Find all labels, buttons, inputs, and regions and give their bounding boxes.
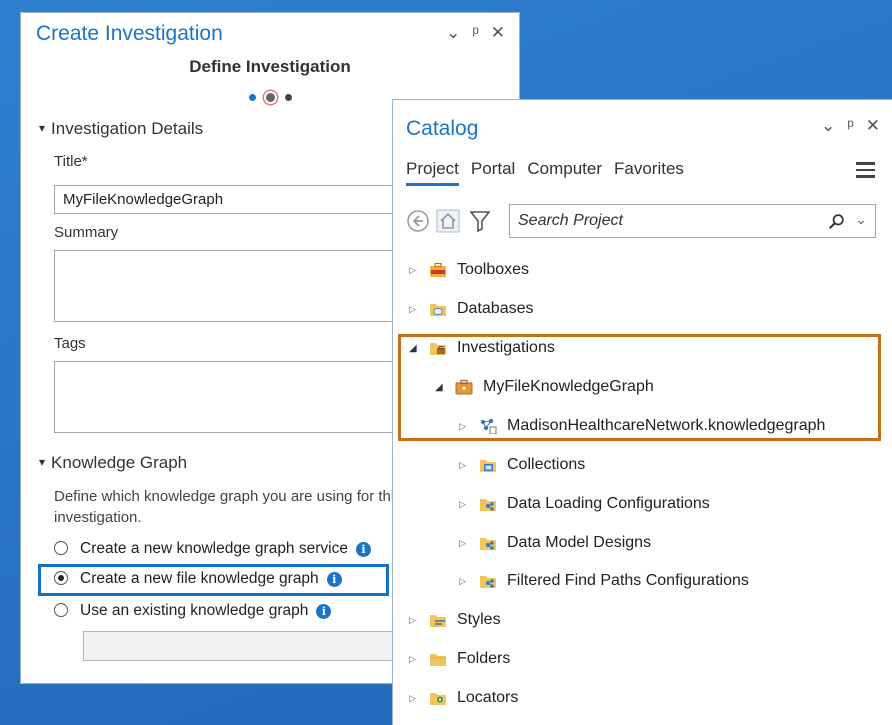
catalog-pane: Catalog ⌄ ᵖ ✕ Project Portal Computer Favorit… xyxy=(392,99,892,725)
radio-button[interactable] xyxy=(54,541,68,555)
step-dot-1[interactable] xyxy=(248,94,256,102)
pane-window-controls: ⌄ ᵖ ✕ xyxy=(436,23,507,43)
options-dropdown-icon[interactable]: ⌄ xyxy=(446,23,462,43)
expand-arrow-icon[interactable]: ▷ xyxy=(459,499,473,510)
expand-arrow-icon[interactable]: ▷ xyxy=(459,460,473,471)
radio-label: Use an existing knowledge graph xyxy=(80,602,309,619)
pane-title: Catalog xyxy=(406,117,479,140)
chevron-down-icon[interactable]: ⌄ xyxy=(855,211,867,228)
knowledge-graph-header[interactable]: ▾ Knowledge Graph xyxy=(39,453,187,473)
toolbox-icon xyxy=(429,262,447,278)
tree-item-label: Locators xyxy=(457,689,519,706)
search-input[interactable] xyxy=(516,211,800,231)
tree-item-label: Databases xyxy=(457,300,534,317)
title-input[interactable] xyxy=(54,185,434,214)
selection-highlight-frame xyxy=(38,564,389,596)
expand-arrow-icon[interactable]: ▷ xyxy=(459,538,473,549)
tree-item-label: Folders xyxy=(457,650,511,667)
expand-arrow-icon[interactable]: ▷ xyxy=(409,304,423,315)
tree-item-label: Collections xyxy=(507,456,586,473)
pin-icon[interactable]: ᵖ xyxy=(472,23,480,43)
radio-new-kg-service[interactable]: Create a new knowledge graph service i xyxy=(54,540,371,558)
investigation-details-header[interactable]: ▾ Investigation Details xyxy=(39,119,203,139)
collections-icon xyxy=(479,457,497,473)
tree-item-label: Toolboxes xyxy=(457,261,530,278)
tree-item-label: Data Loading Configurations xyxy=(507,495,710,512)
filter-icon[interactable] xyxy=(468,209,492,233)
config-folder-icon xyxy=(479,573,497,589)
tree-item-collections[interactable]: ▷ Collections xyxy=(459,453,585,477)
expand-arrow-icon[interactable]: ▷ xyxy=(409,693,423,704)
close-icon[interactable]: ✕ xyxy=(491,23,507,43)
tree-item-filtered-find-paths-configurations[interactable]: ▷ Filtered Find Paths Configurations xyxy=(459,569,749,593)
chevron-down-icon: ▾ xyxy=(39,455,46,469)
section-heading: Knowledge Graph xyxy=(51,453,188,472)
radio-label: Create a new knowledge graph service xyxy=(80,540,348,557)
tags-label: Tags xyxy=(54,335,86,352)
pane-title: Create Investigation xyxy=(36,22,223,45)
tree-item-label: Styles xyxy=(457,611,501,628)
tab-portal[interactable]: Portal xyxy=(471,159,515,183)
folder-icon xyxy=(429,651,447,667)
info-icon[interactable]: i xyxy=(316,604,332,619)
config-folder-icon xyxy=(479,535,497,551)
tree-item-databases[interactable]: ▷ Databases xyxy=(409,297,534,321)
expand-arrow-icon[interactable]: ▷ xyxy=(459,576,473,587)
catalog-toolbar: ⌄ xyxy=(406,204,880,238)
tree-item-data-loading-configurations[interactable]: ▷ Data Loading Configurations xyxy=(459,492,710,516)
tab-computer[interactable]: Computer xyxy=(527,159,602,183)
database-icon xyxy=(429,301,447,317)
pin-icon[interactable]: ᵖ xyxy=(847,116,855,136)
search-icon[interactable] xyxy=(828,213,845,230)
pane-window-controls: ⌄ ᵖ ✕ xyxy=(811,116,882,136)
step-dot-3[interactable] xyxy=(284,94,292,102)
summary-label: Summary xyxy=(54,224,119,241)
tab-favorites[interactable]: Favorites xyxy=(614,159,684,183)
close-icon[interactable]: ✕ xyxy=(866,116,882,136)
expand-arrow-icon[interactable]: ▷ xyxy=(409,615,423,626)
styles-icon xyxy=(429,612,447,628)
tab-project[interactable]: Project xyxy=(406,159,459,186)
chevron-down-icon: ▾ xyxy=(39,121,46,135)
existing-kg-input[interactable] xyxy=(83,631,433,661)
locators-icon xyxy=(429,690,447,706)
tree-item-label: Filtered Find Paths Configurations xyxy=(507,572,749,589)
catalog-tabs: Project Portal Computer Favorites xyxy=(406,159,696,186)
tree-item-folders[interactable]: ▷ Folders xyxy=(409,647,510,671)
info-icon[interactable]: i xyxy=(355,542,371,557)
search-box[interactable]: ⌄ xyxy=(509,204,876,238)
back-icon[interactable] xyxy=(406,209,430,233)
radio-existing-kg[interactable]: Use an existing knowledge graph i xyxy=(54,602,332,620)
knowledge-graph-description: Define which knowledge graph you are usi… xyxy=(54,488,402,526)
config-folder-icon xyxy=(479,496,497,512)
expand-arrow-icon[interactable]: ▷ xyxy=(409,654,423,665)
step-dot-2-current[interactable] xyxy=(265,93,275,103)
investigations-highlight-frame xyxy=(398,334,881,441)
title-label: Title* xyxy=(54,153,88,170)
tree-item-toolboxes[interactable]: ▷ Toolboxes xyxy=(409,258,529,282)
tree-item-locators[interactable]: ▷ Locators xyxy=(409,686,518,710)
tree-item-styles[interactable]: ▷ Styles xyxy=(409,608,501,632)
step-title: Define Investigation xyxy=(189,57,351,76)
summary-textarea[interactable] xyxy=(54,250,434,322)
menu-icon[interactable] xyxy=(856,162,875,182)
tree-item-label: Data Model Designs xyxy=(507,534,652,551)
radio-button[interactable] xyxy=(54,603,68,617)
home-icon[interactable] xyxy=(436,209,460,233)
tags-textarea[interactable] xyxy=(54,361,434,433)
expand-arrow-icon[interactable]: ▷ xyxy=(409,265,423,276)
tree-item-data-model-designs[interactable]: ▷ Data Model Designs xyxy=(459,531,651,555)
section-heading: Investigation Details xyxy=(51,119,204,138)
options-dropdown-icon[interactable]: ⌄ xyxy=(821,116,837,136)
